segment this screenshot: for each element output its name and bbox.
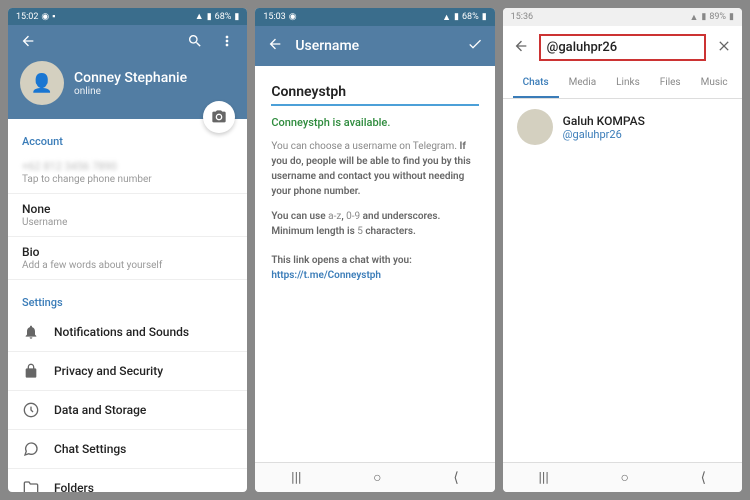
- status-bar: 15:02 ◉ ▪ ▲ ▮ 68% ▮: [8, 8, 247, 25]
- username-row[interactable]: None Username: [8, 194, 247, 237]
- wifi-icon: ▲: [689, 12, 698, 23]
- username-value: None: [22, 202, 233, 216]
- screen-search: 15:36 ▲ ▮ 89% ▮ @galuhpr26 Chats Media L…: [503, 8, 742, 492]
- header: Username: [255, 26, 494, 66]
- header-title: Username: [295, 38, 454, 54]
- signal-icon: ▮: [454, 12, 459, 22]
- search-header: @galuhpr26: [503, 26, 742, 69]
- status-bar: 15:03 ◉ ▲ ▮ 68% ▮: [255, 8, 494, 26]
- settings-label: Data and Storage: [54, 403, 146, 417]
- bio-value: Bio: [22, 245, 233, 259]
- chat-icon: [22, 440, 40, 458]
- settings-label: Chat Settings: [54, 442, 126, 456]
- nav-home[interactable]: ○: [620, 469, 628, 486]
- username-label: Username: [22, 217, 233, 228]
- status-time: 15:03: [263, 12, 285, 22]
- settings-label: Notifications and Sounds: [54, 325, 189, 339]
- more-icon[interactable]: [219, 33, 235, 53]
- screen-username: 15:03 ◉ ▲ ▮ 68% ▮ Username Conneystph is…: [255, 8, 494, 492]
- settings-privacy[interactable]: Privacy and Security: [8, 352, 247, 391]
- settings-folders[interactable]: Folders: [8, 469, 247, 492]
- whatsapp-icon: ◉: [41, 12, 49, 22]
- tab-music[interactable]: Music: [691, 69, 738, 98]
- folder-icon: [22, 479, 40, 492]
- status-time: 15:36: [511, 12, 533, 22]
- username-available: Conneystph is available.: [271, 116, 478, 129]
- phone-row[interactable]: +62 812 3456 7890 Tap to change phone nu…: [8, 152, 247, 194]
- profile-name: Conney Stephanie: [74, 70, 187, 86]
- nav-bar: ||| ○ ⟨: [255, 462, 494, 492]
- profile-presence: online: [74, 86, 187, 97]
- tab-media[interactable]: Media: [559, 69, 607, 98]
- nav-home[interactable]: ○: [373, 469, 381, 486]
- search-input[interactable]: @galuhpr26: [539, 34, 706, 61]
- phone-hint: Tap to change phone number: [22, 174, 233, 185]
- username-desc-2: You can use a-z, 0-9 and underscores. Mi…: [271, 209, 478, 239]
- nav-recents[interactable]: |||: [539, 470, 549, 486]
- nav-recents[interactable]: |||: [291, 470, 301, 486]
- username-link-intro: This link opens a chat with you:: [271, 253, 478, 268]
- notif-icon: ▪: [52, 11, 55, 22]
- wifi-icon: ▲: [442, 12, 451, 23]
- lock-icon: [22, 362, 40, 380]
- tab-chats[interactable]: Chats: [513, 69, 559, 98]
- settings-data[interactable]: Data and Storage: [8, 391, 247, 430]
- settings-section-label: Settings: [8, 280, 247, 313]
- result-username: @galuhpr26: [563, 128, 645, 141]
- signal-icon: ▮: [701, 12, 706, 22]
- username-desc-1: You can choose a username on Telegram. I…: [271, 139, 478, 199]
- battery-icon: ▮: [729, 12, 734, 22]
- battery-label: 68%: [462, 12, 479, 22]
- bio-hint: Add a few words about yourself: [22, 260, 233, 271]
- tab-files[interactable]: Files: [650, 69, 691, 98]
- whatsapp-icon: ◉: [289, 12, 297, 22]
- clear-icon[interactable]: [716, 38, 732, 58]
- result-name: Galuh KOMPAS: [563, 114, 645, 128]
- settings-label: Privacy and Security: [54, 364, 163, 378]
- settings-notifications[interactable]: Notifications and Sounds: [8, 313, 247, 352]
- battery-icon: ▮: [482, 12, 487, 22]
- back-icon[interactable]: [20, 33, 36, 53]
- username-link[interactable]: https://t.me/Conneystph: [271, 270, 478, 281]
- screen-profile: 15:02 ◉ ▪ ▲ ▮ 68% ▮ 👤 Conney Stephanie o…: [8, 8, 247, 492]
- battery-icon: ▮: [234, 12, 239, 22]
- tab-links[interactable]: Links: [606, 69, 650, 98]
- search-result[interactable]: Galuh KOMPAS @galuhpr26: [503, 99, 742, 155]
- settings-chat[interactable]: Chat Settings: [8, 430, 247, 469]
- back-icon[interactable]: [513, 38, 529, 58]
- signal-icon: ▮: [207, 12, 212, 22]
- data-icon: [22, 401, 40, 419]
- status-time: 15:02: [16, 12, 38, 22]
- back-icon[interactable]: [267, 36, 283, 56]
- nav-back[interactable]: ⟨: [453, 470, 458, 486]
- search-icon[interactable]: [187, 33, 203, 53]
- search-tabs: Chats Media Links Files Music: [503, 69, 742, 99]
- bell-icon: [22, 323, 40, 341]
- bio-row[interactable]: Bio Add a few words about yourself: [8, 237, 247, 280]
- avatar[interactable]: 👤: [20, 61, 64, 105]
- profile-header: 👤 Conney Stephanie online: [8, 25, 247, 119]
- result-avatar: [517, 109, 553, 145]
- status-bar: 15:36 ▲ ▮ 89% ▮: [503, 8, 742, 26]
- username-body: Conneystph is available. You can choose …: [255, 66, 494, 462]
- wifi-icon: ▲: [195, 11, 204, 22]
- nav-back[interactable]: ⟨: [701, 470, 706, 486]
- battery-label: 89%: [709, 12, 726, 22]
- settings-label: Folders: [54, 481, 94, 492]
- battery-label: 68%: [215, 12, 232, 22]
- confirm-icon[interactable]: [467, 36, 483, 56]
- username-input[interactable]: [271, 80, 478, 106]
- phone-number: +62 812 3456 7890: [22, 160, 233, 173]
- nav-bar: ||| ○ ⟨: [503, 462, 742, 492]
